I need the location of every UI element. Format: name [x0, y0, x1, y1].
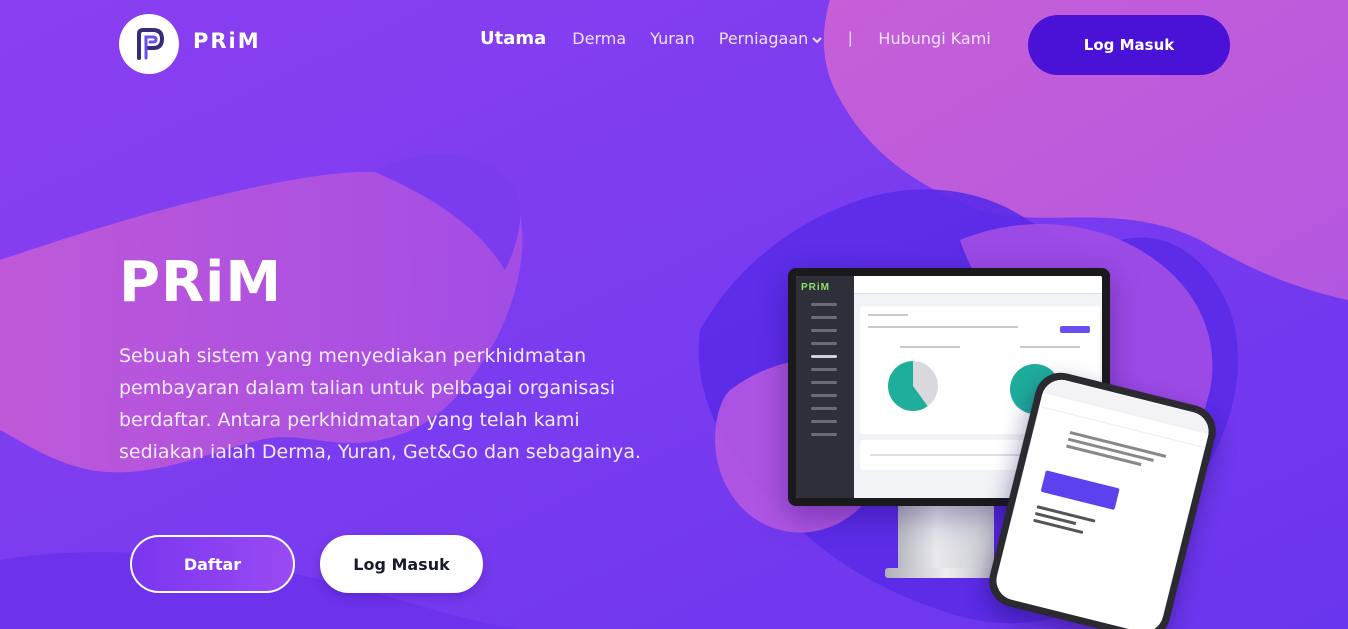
hero-login-button[interactable]: Log Masuk [320, 535, 483, 593]
nav-item-hubungi-kami[interactable]: Hubungi Kami [878, 29, 990, 48]
nav-item-derma[interactable]: Derma [572, 29, 626, 48]
phone-button-placeholder [1040, 470, 1120, 510]
brand-logo[interactable]: PRiM [119, 14, 261, 74]
hero-title: PRiM [119, 250, 283, 315]
device-mockup-illustration: PRiM [770, 260, 1222, 629]
chevron-down-icon [812, 36, 822, 43]
nav-item-yuran[interactable]: Yuran [650, 29, 695, 48]
nav-item-perniagaan-label: Perniagaan [718, 29, 809, 48]
hero-description: Sebuah sistem yang menyediakan perkhidma… [119, 345, 642, 463]
main-nav: Utama Derma Yuran Perniagaan | Hubungi K… [480, 28, 1015, 49]
header-login-button[interactable]: Log Masuk [1028, 15, 1230, 75]
mockup-pie-chart [888, 361, 938, 411]
mockup-logo: PRiM [801, 282, 830, 293]
logo-text: PRiM [193, 29, 261, 53]
nav-separator: | [848, 29, 853, 47]
nav-item-perniagaan[interactable]: Perniagaan [719, 29, 823, 48]
prim-logo-icon [119, 14, 179, 74]
register-button[interactable]: Daftar [130, 535, 295, 593]
nav-item-utama[interactable]: Utama [480, 28, 546, 49]
mockup-sidebar: PRiM [796, 276, 854, 498]
monitor-stand [898, 500, 994, 572]
phone-text-placeholder [1066, 430, 1177, 474]
